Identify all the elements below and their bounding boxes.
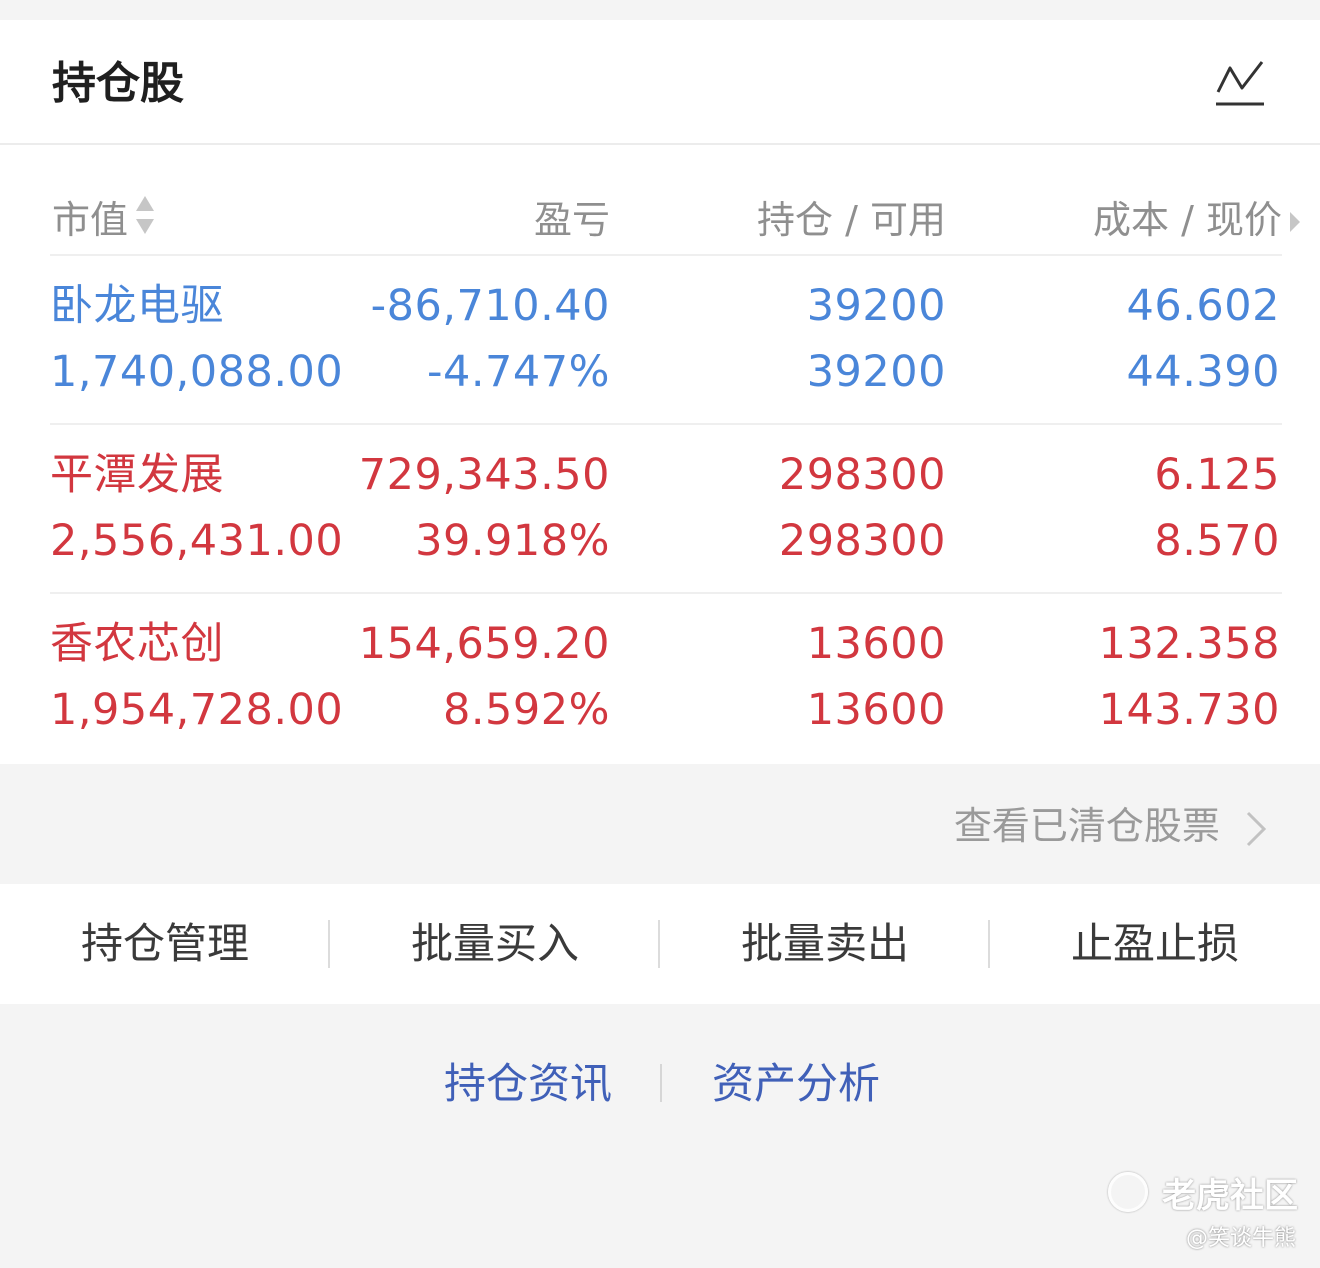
profit-loss-amount: 729,343.50 [358, 450, 610, 500]
divider [660, 1064, 662, 1102]
watermark-brand: 老虎社区 [1162, 1176, 1298, 1216]
column-header-position: 持仓 / 可用 [757, 198, 946, 242]
market-value: 1,954,728.00 [50, 685, 344, 735]
profit-loss-percent: -4.747% [427, 347, 610, 397]
take-profit-stop-loss-button[interactable]: 止盈止损 [990, 884, 1320, 1004]
available-quantity: 298300 [778, 516, 946, 566]
asset-analysis-link[interactable]: 资产分析 [712, 1052, 880, 1116]
stock-name: 卧龙电驱 [50, 281, 224, 331]
profit-loss-percent: 8.592% [443, 685, 610, 735]
tiger-logo-icon [1108, 1172, 1148, 1212]
available-quantity: 39200 [806, 347, 946, 397]
current-price: 143.730 [1098, 685, 1280, 735]
current-price: 44.390 [1126, 347, 1280, 397]
stock-name: 香农芯创 [50, 619, 224, 669]
holding-row[interactable]: 卧龙电驱 1,740,088.00 -86,710.40 -4.747% 392… [0, 256, 1320, 424]
cost-price: 132.358 [1098, 619, 1280, 669]
profit-loss-amount: -86,710.40 [370, 281, 610, 331]
column-header-cost-price[interactable]: 成本 / 现价 [1093, 175, 1302, 265]
market-value: 1,740,088.00 [50, 347, 344, 397]
holding-row[interactable]: 香农芯创 1,954,728.00 154,659.20 8.592% 1360… [0, 594, 1320, 762]
holding-row[interactable]: 平潭发展 2,556,431.00 729,343.50 39.918% 298… [0, 425, 1320, 593]
watermark-author: @笑谈牛熊 [1185, 1226, 1296, 1251]
column-label-market-value: 市值 [52, 198, 129, 242]
profit-loss-percent: 39.918% [415, 516, 610, 566]
trend-chart-icon [1216, 61, 1264, 106]
profit-loss-amount: 154,659.20 [358, 619, 610, 669]
current-price: 8.570 [1154, 516, 1280, 566]
column-label-cost-price: 成本 / 现价 [1093, 198, 1282, 242]
holdings-card: 持仓股 市值 盈亏 持仓 / 可用 成本 / 现价 卧龙电驱 1,740,088… [0, 20, 1320, 764]
action-bar: 持仓管理 批量买入 批量卖出 止盈止损 [0, 884, 1320, 1004]
cost-price: 6.125 [1154, 450, 1280, 500]
chevron-right-icon [1246, 811, 1267, 846]
chevron-right-icon[interactable] [1288, 178, 1302, 268]
cost-price: 46.602 [1126, 281, 1280, 331]
position-news-link[interactable]: 持仓资讯 [444, 1052, 612, 1116]
position-quantity: 13600 [806, 619, 946, 669]
batch-buy-button[interactable]: 批量买入 [330, 884, 660, 1004]
available-quantity: 13600 [806, 685, 946, 735]
position-management-button[interactable]: 持仓管理 [0, 884, 330, 1004]
column-header-profit-loss: 盈亏 [533, 198, 610, 242]
market-value: 2,556,431.00 [50, 516, 344, 566]
holdings-header: 持仓股 [0, 20, 1320, 145]
position-quantity: 39200 [806, 281, 946, 331]
trend-chart-button[interactable] [1210, 56, 1270, 112]
batch-sell-button[interactable]: 批量卖出 [660, 884, 990, 1004]
view-cleared-stocks-link[interactable]: 查看已清仓股票 [954, 796, 1270, 856]
position-quantity: 298300 [778, 450, 946, 500]
column-header-market-value[interactable]: 市值 [52, 175, 156, 265]
stock-name: 平潭发展 [50, 450, 224, 500]
watermark: 老虎社区 @笑谈牛熊 [1108, 1166, 1308, 1256]
page-title: 持仓股 [52, 58, 184, 109]
view-cleared-stocks-label: 查看已清仓股票 [953, 804, 1220, 848]
